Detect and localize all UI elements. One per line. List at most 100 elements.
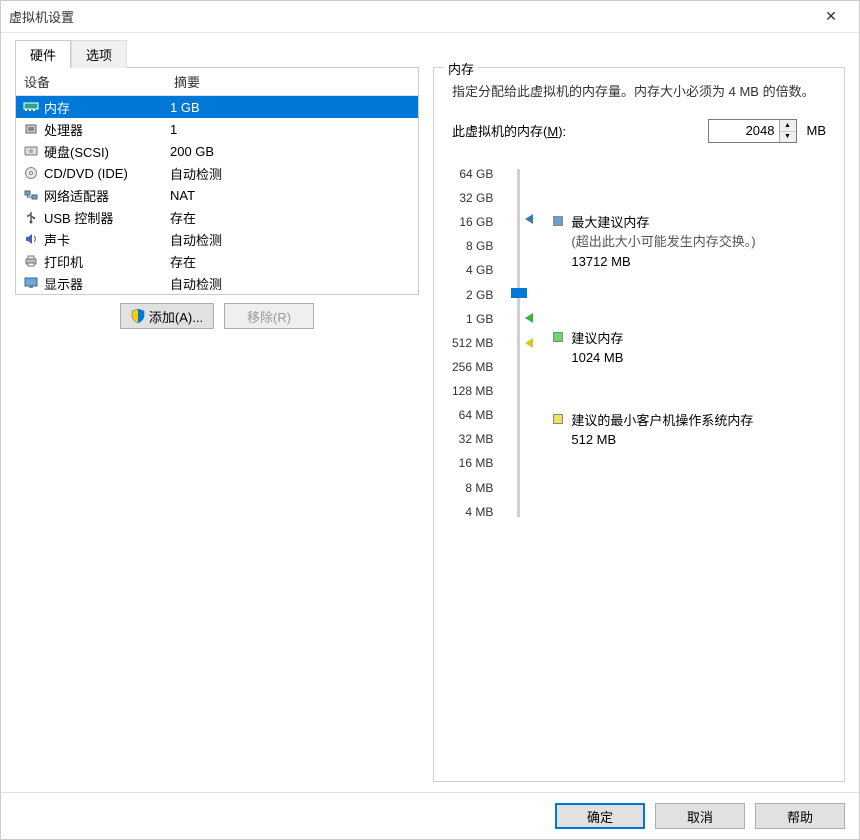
disk-icon xyxy=(22,143,40,159)
memory-spinner[interactable]: ▲ ▼ xyxy=(708,119,797,143)
tab-options[interactable]: 选项 xyxy=(71,40,127,68)
device-name: CD/DVD (IDE) xyxy=(44,166,170,181)
device-list[interactable]: 内存1 GB处理器1硬盘(SCSI)200 GBCD/DVD (IDE)自动检测… xyxy=(16,96,418,294)
marker-rec-icon xyxy=(525,313,533,323)
device-row[interactable]: 打印机存在 xyxy=(16,250,418,272)
window-title: 虚拟机设置 xyxy=(9,7,811,26)
slider-legend: 最大建议内存 (超出此大小可能发生内存交换。) 13712 MB 建议内存 10… xyxy=(543,163,826,523)
legend-rec-val: 1024 MB xyxy=(571,348,623,368)
cancel-button[interactable]: 取消 xyxy=(655,803,745,829)
device-list-panel: 设备 摘要 内存1 GB处理器1硬盘(SCSI)200 GBCD/DVD (ID… xyxy=(15,67,419,295)
device-summary: 200 GB xyxy=(170,144,412,159)
col-summary[interactable]: 摘要 xyxy=(166,68,418,95)
col-device[interactable]: 设备 xyxy=(16,68,166,95)
shield-icon xyxy=(131,309,145,323)
device-summary: 存在 xyxy=(170,208,412,227)
device-row[interactable]: CD/DVD (IDE)自动检测 xyxy=(16,162,418,184)
usb-icon xyxy=(22,209,40,225)
tick-label: 2 GB xyxy=(466,288,493,302)
titlebar: 虚拟机设置 ✕ xyxy=(1,1,859,33)
legend-rec: 建议内存 1024 MB xyxy=(553,329,623,368)
tab-hardware[interactable]: 硬件 xyxy=(15,40,71,68)
memory-unit: MB xyxy=(807,123,827,138)
tick-label: 512 MB xyxy=(452,336,493,350)
legend-min-val: 512 MB xyxy=(571,430,753,450)
close-button[interactable]: ✕ xyxy=(811,2,851,32)
legend-min-title: 建议的最小客户机操作系统内存 xyxy=(571,411,753,431)
marker-min-icon xyxy=(525,338,533,348)
legend-max-val: 13712 MB xyxy=(571,252,755,272)
device-summary: 自动检测 xyxy=(170,274,412,293)
tick-label: 4 MB xyxy=(465,505,493,519)
tick-label: 32 GB xyxy=(459,191,493,205)
tick-label: 8 GB xyxy=(466,239,493,253)
list-header: 设备 摘要 xyxy=(16,68,418,96)
tick-label: 128 MB xyxy=(452,384,493,398)
device-row[interactable]: 处理器1 xyxy=(16,118,418,140)
device-row[interactable]: 声卡自动检测 xyxy=(16,228,418,250)
memory-input[interactable] xyxy=(709,120,779,142)
device-row[interactable]: 网络适配器NAT xyxy=(16,184,418,206)
device-name: 网络适配器 xyxy=(44,186,170,205)
device-row[interactable]: 内存1 GB xyxy=(16,96,418,118)
tick-label: 16 GB xyxy=(459,215,493,229)
spin-up-button[interactable]: ▲ xyxy=(780,120,796,131)
device-name: 处理器 xyxy=(44,120,170,139)
tick-label: 4 GB xyxy=(466,263,493,277)
device-name: 显示器 xyxy=(44,274,170,293)
memory-label: 此虚拟机的内存(M): xyxy=(452,121,566,140)
marker-max-icon xyxy=(525,214,533,224)
device-row[interactable]: 显示器自动检测 xyxy=(16,272,418,294)
printer-icon xyxy=(22,253,40,269)
display-icon xyxy=(22,275,40,291)
device-summary: 1 GB xyxy=(170,100,412,115)
spin-down-button[interactable]: ▼ xyxy=(780,131,796,142)
tick-label: 1 GB xyxy=(466,312,493,326)
slider-thumb[interactable] xyxy=(511,288,527,298)
device-summary: 存在 xyxy=(170,252,412,271)
legend-rec-swatch xyxy=(553,332,563,342)
legend-max: 最大建议内存 (超出此大小可能发生内存交换。) 13712 MB xyxy=(553,213,755,272)
network-icon xyxy=(22,187,40,203)
remove-button-label: 移除(R) xyxy=(247,307,291,326)
legend-max-swatch xyxy=(553,216,563,226)
device-name: 硬盘(SCSI) xyxy=(44,142,170,161)
content: 设备 摘要 内存1 GB处理器1硬盘(SCSI)200 GBCD/DVD (ID… xyxy=(1,67,859,792)
ok-button[interactable]: 确定 xyxy=(555,803,645,829)
tick-label: 16 MB xyxy=(459,456,494,470)
device-name: 打印机 xyxy=(44,252,170,271)
add-button-label: 添加(A)... xyxy=(149,307,203,326)
device-name: 声卡 xyxy=(44,230,170,249)
tick-label: 64 GB xyxy=(459,167,493,181)
memory-icon xyxy=(22,99,40,115)
memory-desc: 指定分配给此虚拟机的内存量。内存大小必须为 4 MB 的倍数。 xyxy=(452,82,826,103)
tick-label: 32 MB xyxy=(459,432,494,446)
device-name: USB 控制器 xyxy=(44,208,170,227)
device-row[interactable]: 硬盘(SCSI)200 GB xyxy=(16,140,418,162)
device-summary: 自动检测 xyxy=(170,164,412,183)
slider-track[interactable] xyxy=(503,163,533,523)
tick-label: 64 MB xyxy=(459,408,494,422)
memory-panel: 内存 指定分配给此虚拟机的内存量。内存大小必须为 4 MB 的倍数。 此虚拟机的… xyxy=(433,67,845,782)
device-name: 内存 xyxy=(44,98,170,117)
device-summary: 1 xyxy=(170,122,412,137)
memory-slider-area: 64 GB 32 GB 16 GB 8 GB 4 GB 2 GB 1 GB 512 MB 256… xyxy=(452,163,826,523)
legend-min: 建议的最小客户机操作系统内存 512 MB xyxy=(553,411,753,450)
tick-label: 256 MB xyxy=(452,360,493,374)
list-buttons: 添加(A)... 移除(R) xyxy=(15,295,419,329)
legend-min-swatch xyxy=(553,414,563,424)
cd-icon xyxy=(22,165,40,181)
add-button[interactable]: 添加(A)... xyxy=(120,303,214,329)
sound-icon xyxy=(22,231,40,247)
tabs: 硬件 选项 xyxy=(1,33,859,67)
legend-max-title: 最大建议内存 xyxy=(571,213,755,233)
device-row[interactable]: USB 控制器存在 xyxy=(16,206,418,228)
device-summary: NAT xyxy=(170,188,412,203)
groupbox-label: 内存 xyxy=(444,59,478,78)
slider-ticks: 64 GB 32 GB 16 GB 8 GB 4 GB 2 GB 1 GB 512 MB 256… xyxy=(452,163,493,523)
cpu-icon xyxy=(22,121,40,137)
help-button[interactable]: 帮助 xyxy=(755,803,845,829)
dialog-buttons: 确定 取消 帮助 xyxy=(1,792,859,839)
memory-input-row: 此虚拟机的内存(M): ▲ ▼ MB xyxy=(452,119,826,143)
settings-window: 虚拟机设置 ✕ 硬件 选项 设备 摘要 内存1 GB处理器1硬盘(SCSI)20… xyxy=(0,0,860,840)
